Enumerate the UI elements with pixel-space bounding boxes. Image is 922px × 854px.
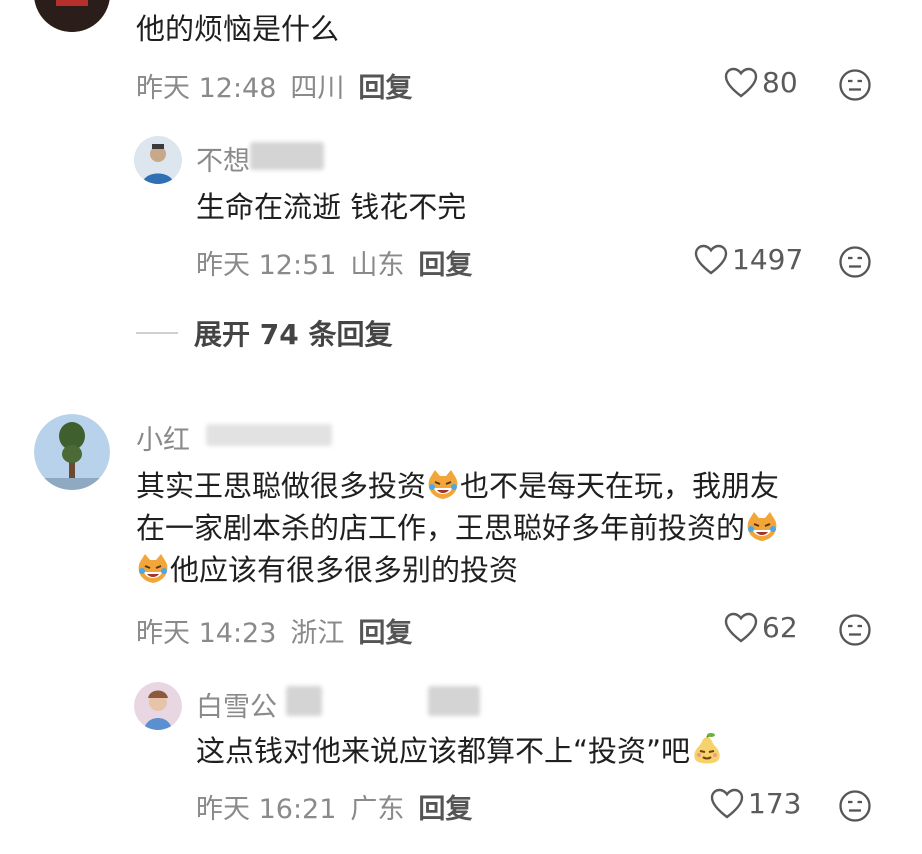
username-blur <box>286 686 322 716</box>
comment-text-line: 这点钱对他来说应该都算不上“投资”吧 <box>196 734 691 768</box>
pear-face-emoji <box>694 733 720 764</box>
comment-text-line: 他应该有很多很多别的投资 <box>170 553 519 588</box>
reply-button[interactable]: 回复 <box>358 618 412 649</box>
comment-time: 昨天 16:21 <box>196 794 337 825</box>
like-button[interactable]: 80 <box>724 66 798 99</box>
comment-meta: 昨天 16:21 广东 回复 <box>196 787 472 826</box>
emoji-face-icon[interactable] <box>838 613 872 651</box>
expand-replies-button[interactable]: 展开 74 条回复 <box>136 313 392 353</box>
divider <box>136 332 178 334</box>
username[interactable]: 白雪公 <box>196 685 277 724</box>
comment-text: 其实王思聪做很多投资 也不是每天在玩，我朋友 在一家剧本杀的店工作，王思聪好多年前… <box>136 465 896 591</box>
emoji-face-icon[interactable] <box>838 245 872 283</box>
like-count: 1497 <box>732 243 804 276</box>
comment-location: 山东 <box>350 250 405 281</box>
comment-text: 这点钱对他来说应该都算不上“投资”吧 <box>196 730 724 772</box>
username-blur <box>250 142 324 170</box>
reply-button[interactable]: 回复 <box>358 73 412 104</box>
laughing-cat-emoji <box>747 512 777 542</box>
username-blur <box>428 686 480 716</box>
heart-icon <box>724 612 758 643</box>
comment-time: 昨天 12:48 <box>136 73 277 104</box>
comment-text-line: 也不是每天在玩，我朋友 <box>460 469 780 503</box>
avatar[interactable]: 10 <box>34 0 110 32</box>
like-button[interactable]: 173 <box>710 787 801 820</box>
comment-meta: 昨天 12:48 四川 回复 <box>136 66 412 105</box>
username[interactable]: 不想 <box>196 139 250 178</box>
emoji-face-icon[interactable] <box>838 68 872 106</box>
comment-location: 广东 <box>350 794 405 825</box>
expand-replies-label: 展开 74 条回复 <box>194 318 393 351</box>
comment-text: 他的烦恼是什么 <box>136 12 340 46</box>
comment-text: 生命在流逝 钱花不完 <box>196 190 467 224</box>
like-button[interactable]: 62 <box>724 611 798 644</box>
like-button[interactable]: 1497 <box>694 243 803 276</box>
laughing-cat-emoji <box>428 470 458 499</box>
comment-location: 浙江 <box>290 618 345 649</box>
avatar[interactable] <box>34 414 110 490</box>
like-count: 62 <box>762 611 798 644</box>
heart-icon <box>710 788 744 819</box>
comment-time: 昨天 12:51 <box>196 250 337 281</box>
heart-icon <box>694 244 728 275</box>
svg-text:10: 10 <box>64 0 82 4</box>
reply-button[interactable]: 回复 <box>418 250 472 281</box>
comment-location: 四川 <box>290 73 345 104</box>
username-blur <box>206 424 332 446</box>
comment-meta: 昨天 12:51 山东 回复 <box>196 243 472 282</box>
comment-text-line: 其实王思聪做很多投资 <box>136 469 427 503</box>
comment-text-line: 在一家剧本杀的店工作，王思聪好多年前投资的 <box>136 511 746 546</box>
emoji-face-icon[interactable] <box>838 789 872 827</box>
like-count: 80 <box>762 66 798 99</box>
username[interactable]: 小红 <box>136 418 190 457</box>
comment-meta: 昨天 14:23 浙江 回复 <box>136 611 412 650</box>
comment-time: 昨天 14:23 <box>136 618 277 649</box>
avatar[interactable] <box>134 136 182 184</box>
heart-icon <box>724 67 758 98</box>
like-count: 173 <box>748 787 802 820</box>
avatar[interactable] <box>134 682 182 730</box>
laughing-cat-emoji <box>138 554 168 584</box>
reply-button[interactable]: 回复 <box>418 794 472 825</box>
